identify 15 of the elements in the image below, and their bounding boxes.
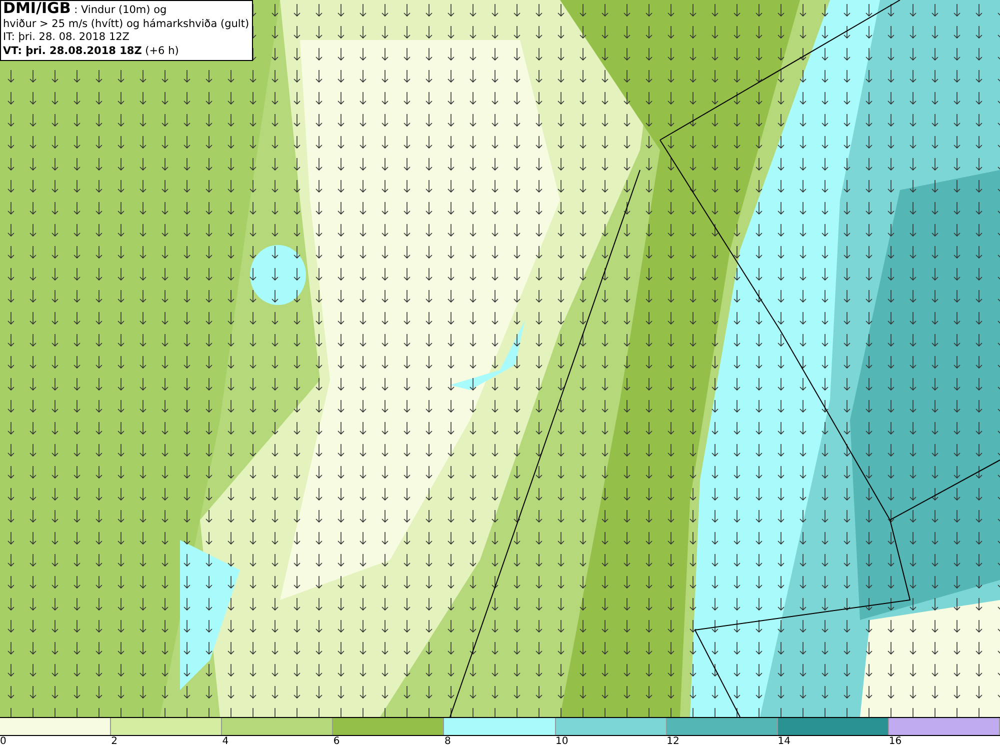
legend-tick-label: 0	[0, 736, 6, 747]
issue-time: IT: þri. 28. 08. 2018 12Z	[3, 31, 130, 44]
source-label: DMI/IGB	[3, 0, 71, 17]
variable-label: : Vindur (10m) og	[73, 4, 167, 16]
lead-time: (+6 h)	[144, 44, 179, 56]
legend-tick-label: 6	[333, 736, 340, 747]
legend-tick-label: 16	[888, 736, 902, 747]
legend-tick-label: 8	[444, 736, 451, 747]
legend-tick-label: 12	[666, 736, 680, 747]
legend-tick-label: 2	[111, 736, 118, 747]
variable-description: hviður > 25 m/s (hvítt) og hámarkshviða (gult)	[3, 18, 250, 31]
legend-tick-label: 14	[778, 736, 790, 747]
legend-tick-label: 10	[556, 736, 568, 747]
legend-tick-label: 4	[222, 736, 229, 747]
valid-time: VT: þri. 28.08.2018 18Z	[3, 44, 142, 56]
